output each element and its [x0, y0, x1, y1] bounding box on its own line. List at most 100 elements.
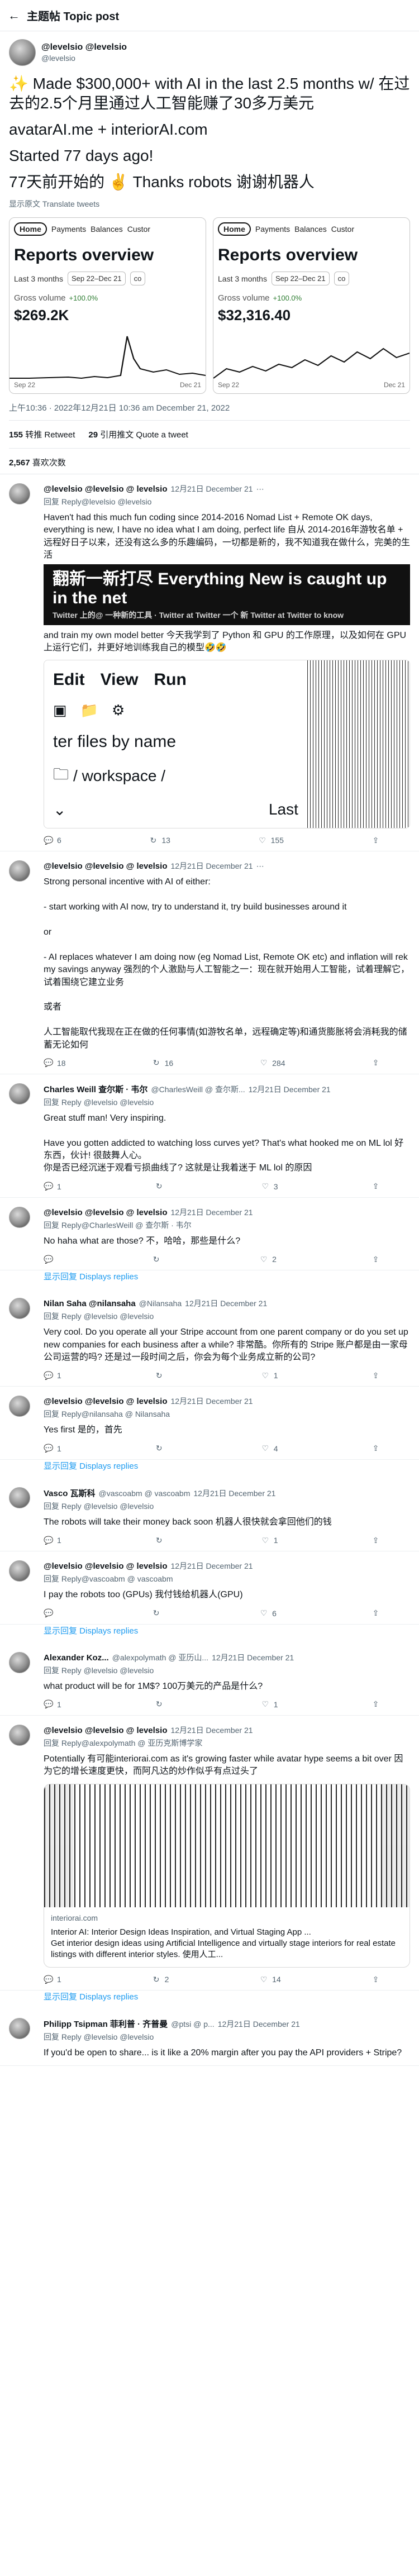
avatar[interactable]	[9, 1083, 30, 1104]
reply-action[interactable]: 💬 1	[44, 1974, 61, 1984]
share-action[interactable]: ⇪	[371, 1444, 381, 1454]
expand-icon[interactable]: ⌄	[53, 801, 66, 819]
tab-payments[interactable]: Payments	[255, 225, 290, 234]
reply-action[interactable]: 💬 1	[44, 1444, 61, 1454]
avatar[interactable]	[9, 1651, 30, 1673]
share-action[interactable]: ⇪	[370, 1608, 380, 1618]
reply-name[interactable]: @levelsio @levelsio @ levelsio	[44, 484, 167, 494]
share-action[interactable]: ⇪	[371, 1974, 381, 1984]
share-action[interactable]: ⇪	[371, 1699, 381, 1710]
menu-edit[interactable]: Edit	[53, 670, 85, 689]
like-action[interactable]: ♡ 3	[260, 1182, 278, 1192]
like-action[interactable]: ♡ 284	[259, 1058, 285, 1068]
avatar[interactable]	[9, 1298, 30, 1320]
like-action[interactable]: ♡ 1	[260, 1535, 278, 1545]
reply-action[interactable]: 💬 1	[44, 1699, 61, 1710]
file-search[interactable]: ter files by name	[51, 729, 301, 759]
tab-payments[interactable]: Payments	[51, 225, 86, 234]
link-card[interactable]: interiorai.com Interior AI: Interior Des…	[44, 1783, 410, 1968]
compare-box[interactable]: co	[130, 272, 146, 285]
reply-name[interactable]: @levelsio @levelsio @ levelsio	[44, 1208, 167, 1217]
back-arrow-icon[interactable]: ←	[8, 8, 20, 23]
share-action[interactable]: ⇪	[371, 1182, 381, 1192]
more-icon[interactable]: ⋯	[256, 484, 264, 494]
like-action[interactable]: ♡ 6	[259, 1608, 277, 1618]
tab-balances[interactable]: Balances	[91, 225, 123, 234]
quotes-stat[interactable]: 29 引用推文 Quote a tweet	[88, 428, 188, 440]
retweet-action[interactable]: ↻	[154, 1535, 168, 1545]
tab-balances[interactable]: Balances	[294, 225, 327, 234]
reply-name[interactable]: @levelsio @levelsio @ levelsio	[44, 1726, 167, 1735]
retweet-action[interactable]: ↻	[154, 1370, 168, 1380]
menu-view[interactable]: View	[101, 670, 139, 689]
avatar[interactable]	[9, 1560, 30, 1582]
retweet-action[interactable]: ↻ 2	[151, 1974, 169, 1984]
reply-handle[interactable]: @alexpolymath @ 亚历山...	[112, 1652, 208, 1663]
translate-link[interactable]: 显示原文 Translate tweets	[9, 198, 410, 209]
range-box[interactable]: Sep 22–Dec 21	[67, 272, 126, 285]
retweet-action[interactable]: ↻	[154, 1182, 168, 1192]
author-handle[interactable]: @levelsio	[41, 54, 127, 63]
range-label[interactable]: Last 3 months	[14, 274, 63, 283]
avatar[interactable]	[9, 860, 30, 882]
reply-action[interactable]: 💬 1	[44, 1370, 61, 1380]
share-action[interactable]: ⇪	[371, 1370, 381, 1380]
reply-action[interactable]: 💬 1	[44, 1535, 61, 1545]
reply-handle[interactable]: @ptsi @ p...	[171, 2020, 214, 2029]
reply-action[interactable]: 💬 1	[44, 1182, 61, 1192]
reply-name[interactable]: Charles Weill 查尔斯 · 韦尔	[44, 1083, 147, 1095]
avatar[interactable]	[9, 1724, 30, 1746]
like-action[interactable]: ♡ 1	[260, 1699, 278, 1710]
reply-name[interactable]: Alexander Koz...	[44, 1653, 109, 1663]
reply-name[interactable]: Vasco 瓦斯科	[44, 1487, 96, 1499]
avatar[interactable]	[9, 39, 36, 66]
reply-name[interactable]: Nilan Saha @nilansaha	[44, 1299, 136, 1308]
share-action[interactable]: ⇪	[371, 835, 381, 845]
tab-customers[interactable]: Custor	[127, 225, 150, 234]
folder-icon[interactable]: 📁	[80, 702, 98, 719]
reply-action[interactable]: 💬 6	[44, 835, 61, 845]
show-replies[interactable]: 显示回复 Displays replies	[0, 1270, 419, 1289]
retweet-action[interactable]: ↻ 16	[151, 1058, 173, 1068]
reply-action[interactable]: 💬 18	[44, 1058, 65, 1068]
reply-name[interactable]: Philipp Tsipman 菲利普 · 齐普曼	[44, 2018, 168, 2030]
home-pill[interactable]: Home	[14, 222, 47, 236]
share-action[interactable]: ⇪	[371, 1535, 381, 1545]
avatar[interactable]	[9, 2018, 30, 2040]
like-action[interactable]: ♡ 14	[259, 1974, 281, 1984]
share-action[interactable]: ⇪	[371, 1058, 381, 1068]
retweets-stat[interactable]: 155 转推 Retweet	[9, 428, 75, 440]
like-action[interactable]: ♡ 155	[258, 835, 284, 845]
retweet-action[interactable]: ↻	[154, 1444, 168, 1454]
reply-action[interactable]: 💬	[44, 1608, 57, 1618]
like-action[interactable]: ♡ 2	[259, 1254, 277, 1264]
settings-icon[interactable]: ⚙	[112, 702, 125, 719]
menu-run[interactable]: Run	[154, 670, 187, 689]
reply-handle[interactable]: @CharlesWeill @ 查尔斯...	[151, 1084, 245, 1095]
retweet-action[interactable]: ↻	[151, 1254, 165, 1264]
like-action[interactable]: ♡ 1	[260, 1370, 278, 1380]
reply-handle[interactable]: @Nilansaha	[139, 1299, 182, 1308]
window-icon[interactable]: ▣	[53, 702, 67, 719]
reply-name[interactable]: @levelsio @levelsio @ levelsio	[44, 1561, 167, 1571]
reply-handle[interactable]: @vascoabm @ vascoabm	[99, 1489, 191, 1498]
avatar[interactable]	[9, 1396, 30, 1417]
reply-name[interactable]: @levelsio @levelsio @ levelsio	[44, 861, 167, 871]
show-replies[interactable]: 显示回复 Displays replies	[0, 1460, 419, 1478]
range-label[interactable]: Last 3 months	[218, 274, 267, 283]
show-replies[interactable]: 显示回复 Displays replies	[0, 1991, 419, 2009]
retweet-action[interactable]: ↻	[151, 1608, 165, 1618]
home-pill[interactable]: Home	[218, 222, 251, 236]
path-text[interactable]: / workspace /	[73, 767, 165, 785]
share-action[interactable]: ⇪	[370, 1254, 380, 1264]
show-replies[interactable]: 显示回复 Displays replies	[0, 1625, 419, 1643]
range-box[interactable]: Sep 22–Dec 21	[271, 272, 330, 285]
reply-action[interactable]: 💬	[44, 1254, 57, 1264]
avatar[interactable]	[9, 483, 30, 504]
retweet-action[interactable]: ↻	[154, 1699, 168, 1710]
more-icon[interactable]: ⋯	[256, 861, 264, 871]
avatar[interactable]	[9, 1487, 30, 1508]
compare-box[interactable]: co	[334, 272, 350, 285]
like-action[interactable]: ♡ 4	[260, 1444, 278, 1454]
avatar[interactable]	[9, 1206, 30, 1228]
